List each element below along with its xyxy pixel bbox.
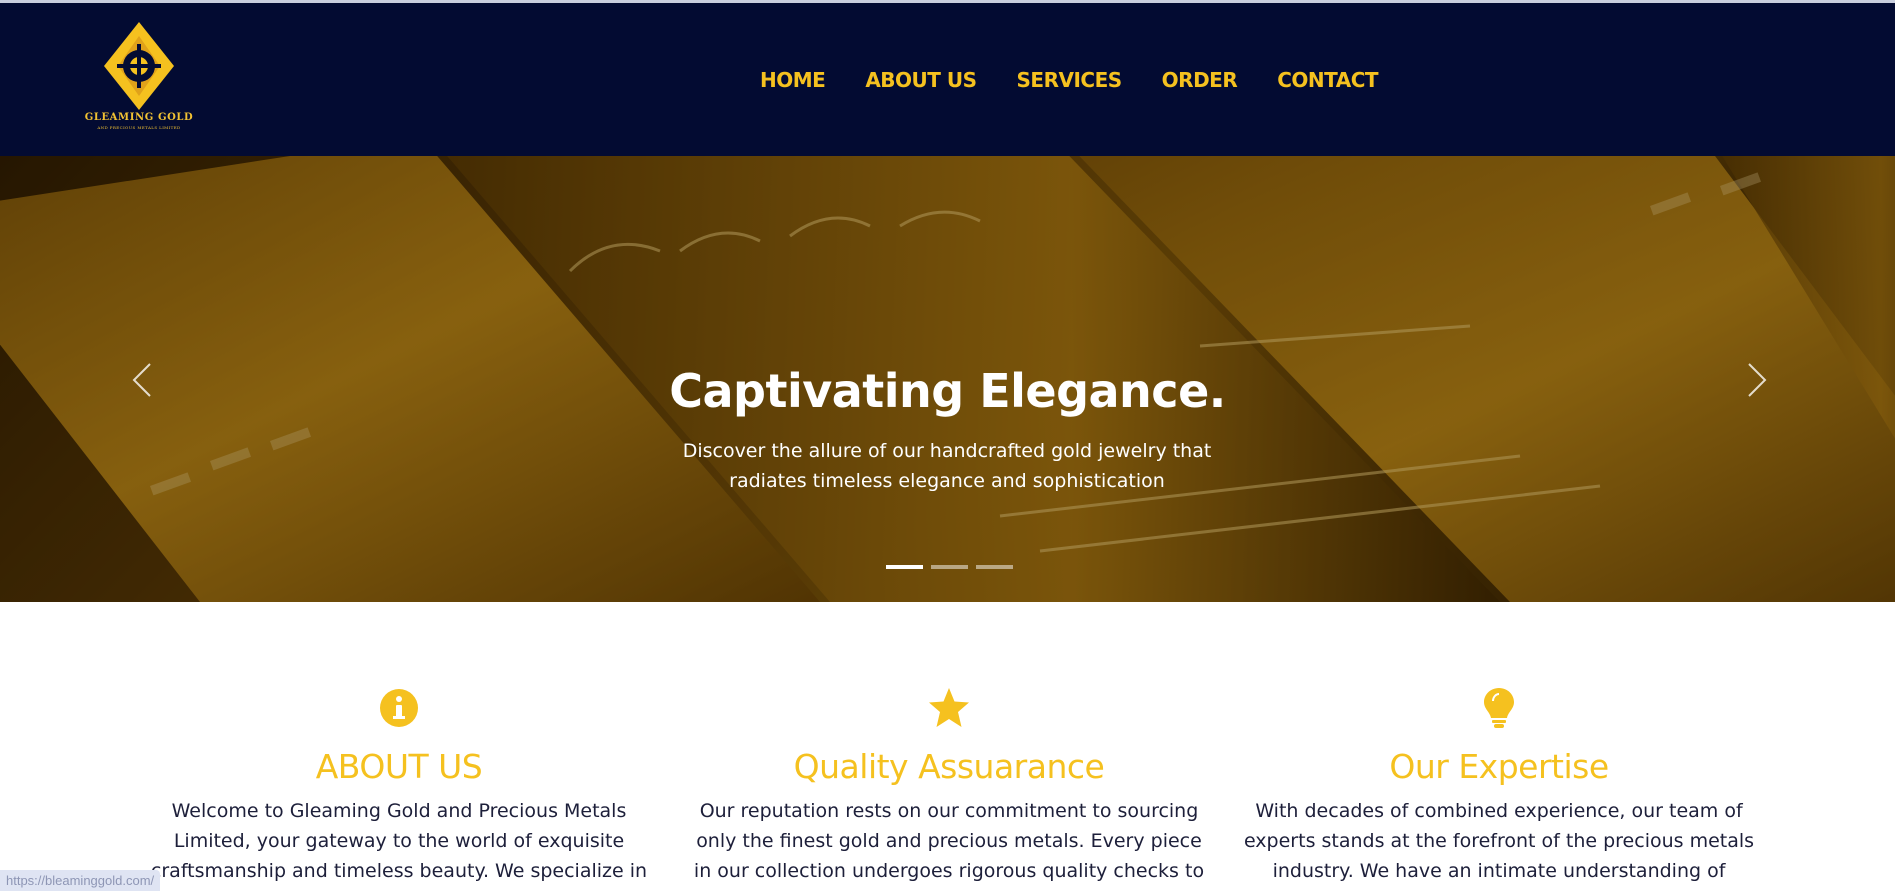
carousel-indicators bbox=[886, 565, 1013, 569]
carousel-indicator-3[interactable] bbox=[976, 565, 1013, 569]
lightbulb-icon bbox=[1484, 688, 1514, 728]
nav-order[interactable]: ORDER bbox=[1162, 65, 1238, 95]
star-icon bbox=[929, 688, 969, 727]
nav-services[interactable]: SERVICES bbox=[1017, 65, 1123, 95]
nav-about-us[interactable]: ABOUT US bbox=[865, 65, 977, 95]
carousel-indicator-2[interactable] bbox=[931, 565, 968, 569]
hero-title: Captivating Elegance. bbox=[669, 364, 1226, 418]
hero-description: Discover the allure of our handcrafted g… bbox=[682, 440, 1212, 492]
diamond-logo-icon bbox=[104, 22, 174, 110]
site-logo[interactable]: GLEAMING GOLD AND PRECIOUS METALS LIMITE… bbox=[84, 22, 194, 142]
logo-subtitle: AND PRECIOUS METALS LIMITED bbox=[97, 125, 181, 130]
hero-carousel: Captivating Elegance. Discover the allur… bbox=[0, 156, 1895, 602]
feature-title: ABOUT US bbox=[315, 747, 483, 786]
feature-text: With decades of combined experience, our… bbox=[1243, 800, 1755, 891]
nav-home[interactable]: HOME bbox=[760, 65, 826, 95]
main-nav: HOME ABOUT US SERVICES ORDER CONTACT bbox=[760, 65, 1379, 95]
feature-text: Welcome to Gleaming Gold and Precious Me… bbox=[150, 800, 648, 891]
feature-title: Quality Assuarance bbox=[793, 747, 1105, 786]
feature-title: Our Expertise bbox=[1389, 747, 1609, 786]
logo-name: GLEAMING GOLD bbox=[84, 112, 194, 123]
info-circle-icon bbox=[380, 689, 418, 727]
site-header: GLEAMING GOLD AND PRECIOUS METALS LIMITE… bbox=[0, 3, 1895, 156]
nav-contact[interactable]: CONTACT bbox=[1277, 65, 1378, 95]
carousel-indicator-1[interactable] bbox=[886, 565, 923, 569]
feature-about-us: ABOUT US Welcome to Gleaming Gold and Pr… bbox=[134, 687, 664, 891]
feature-text: Our reputation rests on our commitment t… bbox=[693, 800, 1205, 891]
browser-status-url: https://bleaminggold.com/ bbox=[0, 870, 161, 891]
feature-our-expertise: Our Expertise With decades of combined e… bbox=[1234, 687, 1764, 891]
features-section: ABOUT US Welcome to Gleaming Gold and Pr… bbox=[0, 602, 1895, 891]
feature-quality-assurance: Quality Assuarance Our reputation rests … bbox=[684, 687, 1214, 891]
